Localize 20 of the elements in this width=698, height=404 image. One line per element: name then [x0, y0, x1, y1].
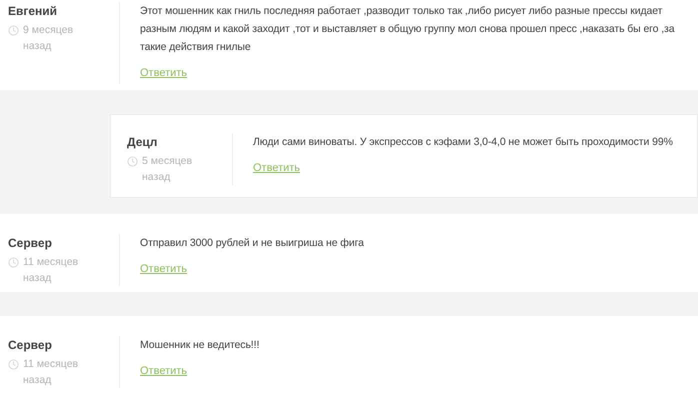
comment-text: Люди сами виноваты. У экспрессов с кэфами 3,0-4,0 не может быть проходимости 99%: [253, 135, 674, 150]
comment-text: Отправил 3000 рублей и не выигриша не фига: [140, 236, 365, 251]
clock-icon: [8, 25, 19, 36]
comment-text: Этот мошенник как гниль последняя работает ,разводит только так ,либо рисует либо разные прессы кидает разным людям и какой заходит ,тот и выставляет в общую группу мол снова прошел пресс ,наказать бы его ,за такие действия гнилые: [140, 4, 676, 55]
reply-link[interactable]: Ответить: [140, 362, 188, 380]
author-name: Сервер: [8, 235, 53, 252]
comment-text: Мошенник не ведитесь!!!: [140, 338, 260, 353]
comment-time: 9 месяцев назад: [23, 23, 74, 54]
reply-link[interactable]: Ответить: [253, 159, 300, 177]
reply-link[interactable]: Ответить: [140, 260, 188, 278]
author-name: Децл: [127, 134, 158, 151]
reply-link[interactable]: Ответить: [140, 64, 188, 82]
clock-icon: [8, 359, 19, 370]
comment-time: 5 месяцев назад: [142, 154, 194, 185]
author-name: Сервер: [8, 337, 53, 354]
clock-icon: [127, 156, 138, 167]
comment-time: 11 месяцев назад: [23, 255, 79, 286]
author-name: Евгений: [8, 3, 58, 20]
comment-time: 11 месяцев назад: [23, 357, 79, 388]
clock-icon: [8, 257, 19, 268]
